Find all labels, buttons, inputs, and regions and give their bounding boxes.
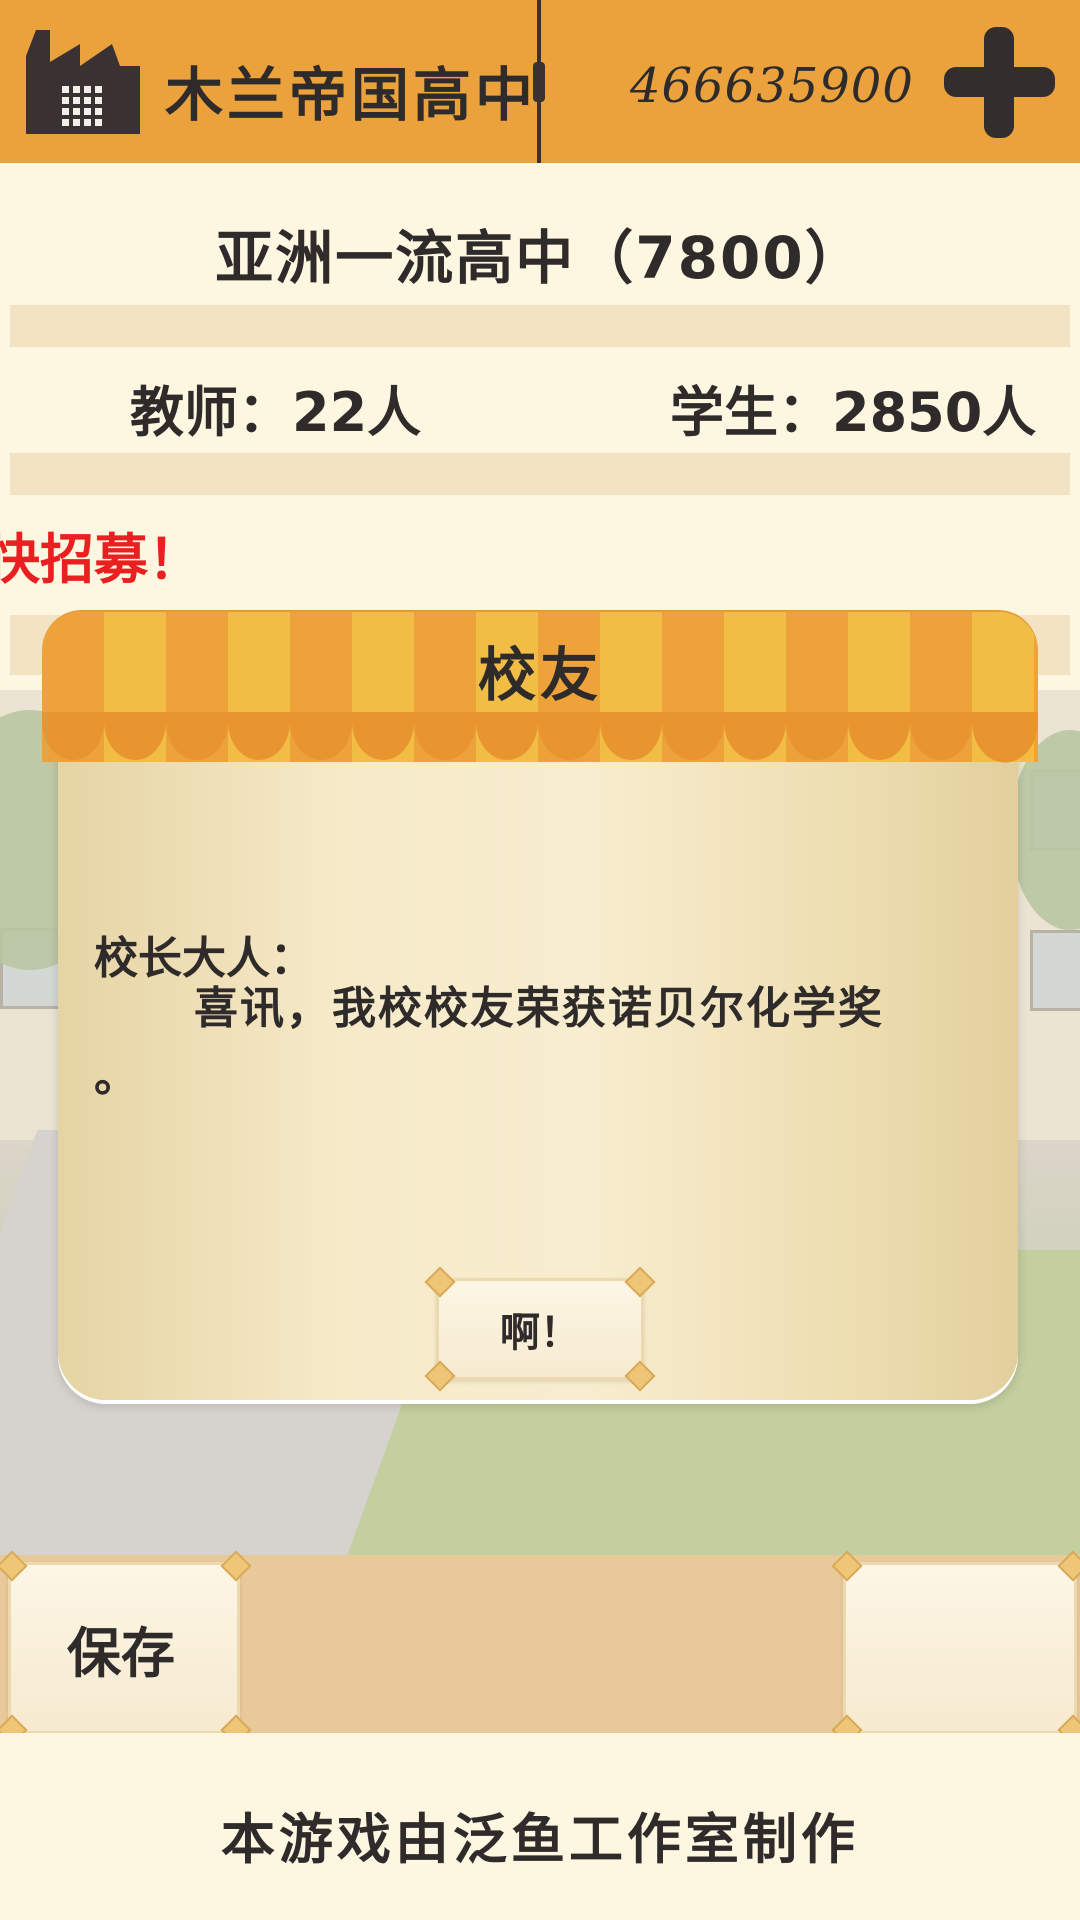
plus-icon-vertical bbox=[984, 27, 1014, 138]
teacher-count: 教师：22人 bbox=[130, 381, 422, 444]
confirm-button[interactable]: 啊！ bbox=[424, 1266, 656, 1392]
credits-text: 本游戏由泛鱼工作室制作 bbox=[221, 1808, 859, 1871]
add-money-button[interactable] bbox=[942, 25, 1057, 140]
building-window bbox=[1030, 930, 1080, 1011]
school-rank: 亚洲一流高中（7800） bbox=[215, 224, 865, 292]
school-name: 木兰帝国高中 bbox=[165, 61, 538, 129]
message-end: 。 bbox=[94, 1051, 138, 1102]
message-salutation: 校长大人： bbox=[94, 933, 314, 984]
dialog-title: 校友 bbox=[477, 641, 602, 709]
save-button-label: 保存 bbox=[67, 1621, 175, 1685]
message-body: 喜讯，我校校友荣获诺贝尔化学奖 bbox=[194, 983, 884, 1034]
recruit-warning: 快招募！ bbox=[0, 528, 202, 591]
money-amount: 466635900 bbox=[630, 58, 914, 114]
awning-scallops bbox=[42, 712, 1038, 763]
save-button[interactable]: 保存 bbox=[0, 1550, 252, 1746]
header-divider-knob bbox=[533, 62, 545, 102]
blank-menu-button[interactable] bbox=[831, 1550, 1080, 1746]
top-bar: 木兰帝国高中 466635900 bbox=[0, 0, 1080, 163]
factory-icon bbox=[26, 30, 140, 134]
divider-stripe bbox=[10, 453, 1070, 495]
credits-footer: 本游戏由泛鱼工作室制作 bbox=[0, 1733, 1080, 1920]
student-count: 学生：2850人 bbox=[670, 381, 1037, 444]
confirm-button-label: 啊！ bbox=[500, 1310, 580, 1356]
school-info-panel: 亚洲一流高中（7800） 教师：22人 学生：2850人 快招募！ bbox=[0, 163, 1080, 683]
divider-stripe bbox=[10, 305, 1070, 347]
